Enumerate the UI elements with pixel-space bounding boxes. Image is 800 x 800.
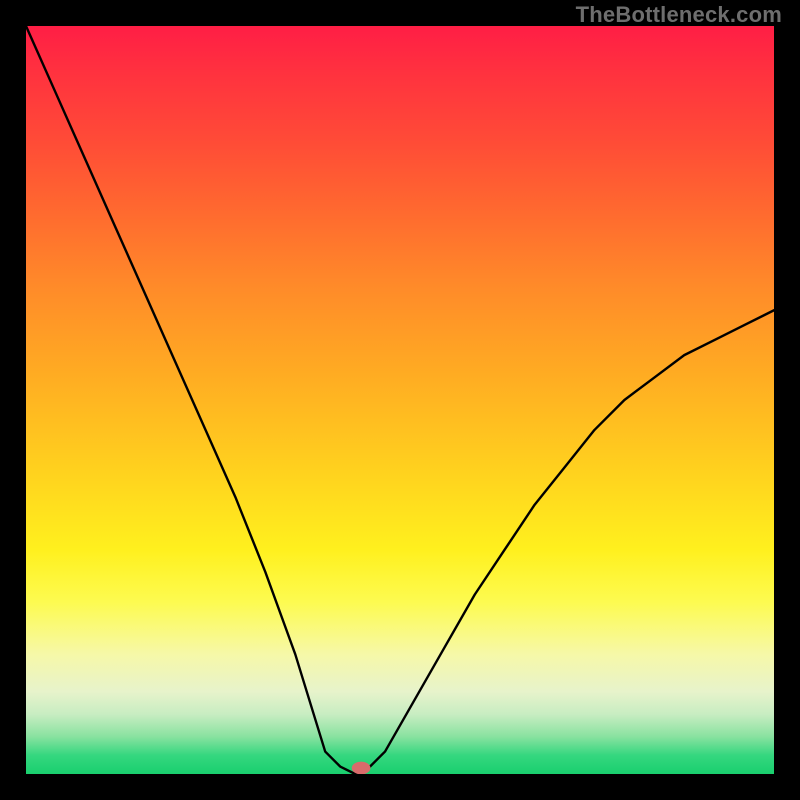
plot-area [26,26,774,774]
watermark-text: TheBottleneck.com [576,2,782,28]
bottleneck-curve [26,26,774,774]
chart-frame: TheBottleneck.com [0,0,800,800]
curve-layer [26,26,774,774]
optimum-marker [352,762,370,774]
